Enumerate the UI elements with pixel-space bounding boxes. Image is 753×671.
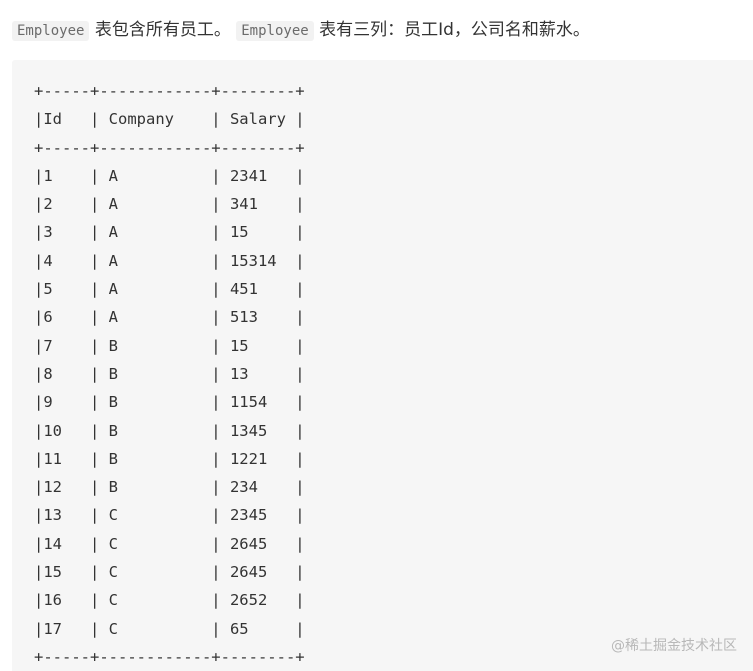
table-row: |11 | B | 1221 | [34, 449, 305, 468]
table-row: |2 | A | 341 | [34, 195, 305, 214]
table-header-row: |Id | Company | Salary | [34, 110, 305, 129]
table-row: |1 | A | 2341 | [34, 166, 305, 185]
intro-text-1: 表包含所有员工。 [89, 20, 231, 40]
table-row: |12 | B | 234 | [34, 478, 305, 497]
table-row: |4 | A | 15314 | [34, 251, 305, 270]
table-row: |16 | C | 2652 | [34, 591, 305, 610]
table-row: |10 | B | 1345 | [34, 421, 305, 440]
inline-code-employee: Employee [12, 21, 90, 41]
table-row: |17 | C | 65 | [34, 619, 305, 638]
intro-paragraph: Employee 表包含所有员工。 Employee 表有三列：员工Id，公司名… [12, 18, 590, 43]
table-row: |5 | A | 451 | [34, 280, 305, 299]
code-block: +-----+------------+--------+ |Id | Comp… [12, 60, 753, 671]
table-row: |7 | B | 15 | [34, 336, 305, 355]
table-border-line: +-----+------------+--------+ [34, 647, 305, 666]
table-row: |3 | A | 15 | [34, 223, 305, 242]
table-row: |13 | C | 2345 | [34, 506, 305, 525]
inline-code-employee: Employee [236, 21, 314, 41]
table-row: |9 | B | 1154 | [34, 393, 305, 412]
table-row: |15 | C | 2645 | [34, 563, 305, 582]
table-row: |6 | A | 513 | [34, 308, 305, 327]
intro-text-2: 表有三列：员工Id，公司名和薪水。 [313, 20, 590, 40]
table-row: |8 | B | 13 | [34, 364, 305, 383]
table-border-line: +-----+------------+--------+ [34, 82, 305, 100]
ascii-table: +-----+------------+--------+ |Id | Comp… [34, 77, 305, 671]
table-row: |14 | C | 2645 | [34, 534, 305, 553]
table-border-line: +-----+------------+--------+ [34, 138, 305, 157]
watermark: @稀土掘金技术社区 [611, 638, 737, 654]
